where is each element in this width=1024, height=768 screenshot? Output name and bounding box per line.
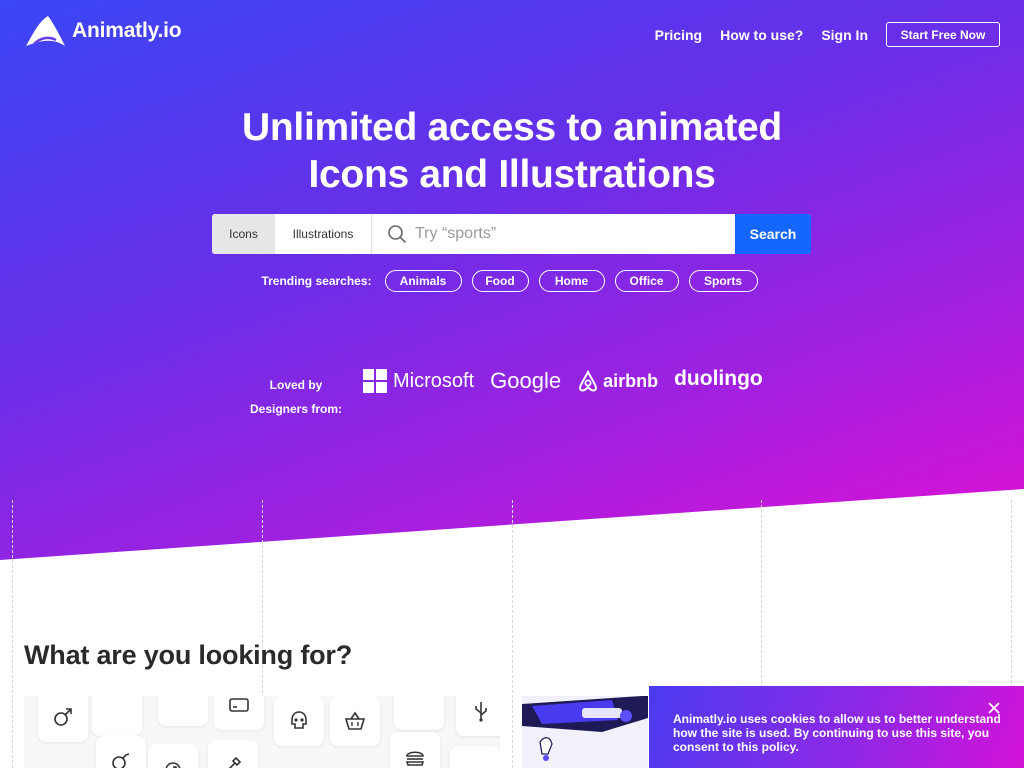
search-icon [388, 225, 407, 244]
icon-tile [96, 736, 146, 768]
usb-icon [475, 702, 487, 722]
card-icon [229, 698, 249, 712]
logo[interactable]: Animatly.io [24, 14, 182, 48]
trending-searches: Trending searches: Animals Food Home Off… [0, 270, 1024, 292]
microsoft-wordmark: Microsoft [393, 369, 475, 392]
microsoft-logo: Microsoft [363, 369, 474, 393]
column-guide [12, 500, 13, 768]
brand-name: Animatly.io [72, 19, 182, 42]
icon-tile [330, 696, 380, 746]
headline-line-1: Unlimited access to animated [242, 106, 782, 149]
tab-icons[interactable]: Icons [212, 214, 275, 254]
icon-tile [456, 696, 500, 736]
brand-logos: Microsoft Google airbnb duolingo [363, 367, 779, 394]
google-logo: Google [490, 368, 561, 394]
loved-by-line-1: Loved by [269, 378, 323, 392]
icon-tile [148, 744, 198, 768]
microsoft-logo-icon [363, 369, 387, 393]
icon-tile [38, 696, 88, 742]
trending-tag-food[interactable]: Food [471, 270, 529, 292]
burger-icon [405, 751, 425, 766]
loved-by-label: Loved by Designers from: [248, 373, 344, 421]
nav-how-to-use[interactable]: How to use? [720, 27, 803, 43]
search-bar: Icons Illustrations Search [212, 214, 811, 254]
icon-tile [450, 746, 500, 768]
bomb-icon [112, 753, 130, 768]
cookie-banner: Animatly.io uses cookies to allow us to … [649, 686, 1024, 768]
nav-sign-in[interactable]: Sign In [821, 27, 868, 43]
top-nav: Pricing How to use? Sign In Start Free N… [655, 22, 1000, 47]
airbnb-logo-icon [579, 369, 598, 392]
icon-tile [158, 696, 208, 726]
search-field[interactable] [372, 214, 735, 254]
trending-tag-office[interactable]: Office [614, 270, 679, 292]
logo-icon [26, 16, 65, 46]
page-title: Unlimited access to animated Icons and I… [0, 104, 1024, 198]
target-icon [165, 762, 181, 768]
illustration-preview [522, 696, 648, 768]
duolingo-logo: duolingo [674, 367, 763, 391]
column-guide [512, 500, 513, 768]
icon-tile [208, 740, 258, 768]
google-wordmark: Google [490, 368, 562, 393]
icon-tile [394, 696, 444, 730]
flashlight-icon [228, 756, 242, 768]
icon-tile [390, 732, 440, 768]
illustrations-category-card[interactable] [522, 696, 648, 768]
icon-tile [92, 696, 142, 736]
icon-tile [214, 696, 264, 730]
duolingo-wordmark: duolingo [674, 367, 763, 390]
basket-icon [344, 711, 366, 730]
icon-tile [274, 696, 324, 746]
start-free-button[interactable]: Start Free Now [886, 22, 1000, 47]
search-input[interactable] [415, 225, 715, 243]
headline-line-2: Icons and Illustrations [308, 153, 716, 196]
trending-label: Trending searches: [261, 274, 372, 288]
section-title: What are you looking for? [24, 640, 353, 670]
airbnb-logo: airbnb [577, 369, 658, 393]
cookie-text: Animatly.io uses cookies to allow us to … [673, 712, 1001, 754]
trending-tag-animals[interactable]: Animals [384, 270, 462, 292]
icons-category-card[interactable] [24, 696, 500, 768]
nav-pricing[interactable]: Pricing [655, 27, 702, 43]
close-icon[interactable] [986, 700, 1002, 716]
gender-male-icon [54, 708, 72, 726]
airbnb-wordmark: airbnb [603, 370, 659, 391]
search-button[interactable]: Search [735, 214, 811, 254]
loved-by-line-2: Designers from: [249, 402, 343, 416]
tab-illustrations[interactable]: Illustrations [275, 214, 372, 254]
trending-tag-home[interactable]: Home [538, 270, 605, 292]
trending-tag-sports[interactable]: Sports [688, 270, 758, 292]
skull-icon [291, 711, 307, 729]
